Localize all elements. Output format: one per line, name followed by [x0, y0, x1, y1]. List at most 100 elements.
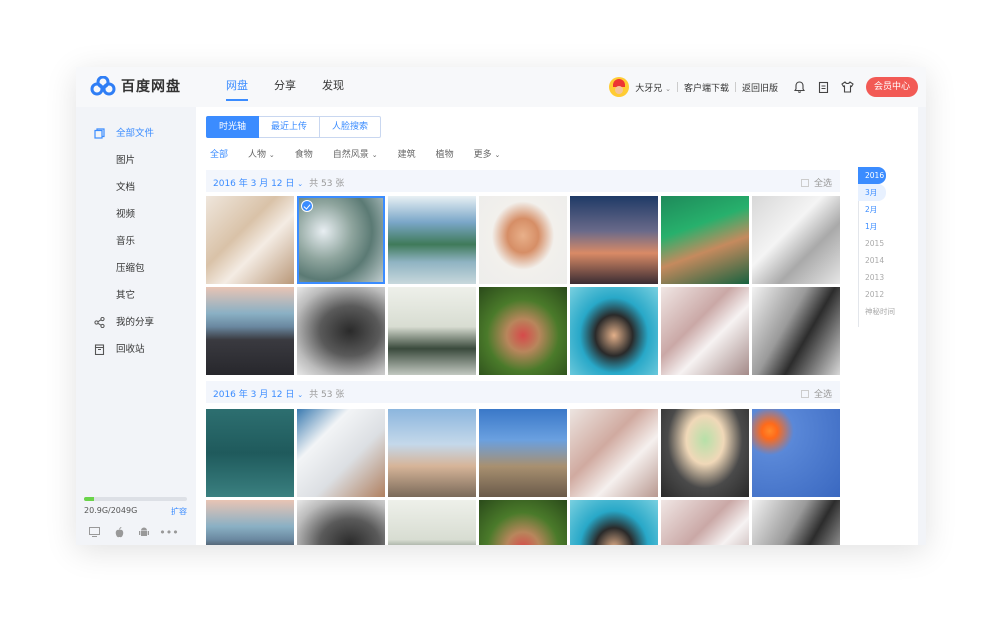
filter-food[interactable]: 食物	[295, 147, 313, 160]
sidebar-item-label: 文档	[116, 182, 136, 193]
photo-thumbnail[interactable]	[661, 500, 749, 545]
tab-face-search[interactable]: 人脸搜索	[320, 116, 382, 138]
photo-thumbnail[interactable]	[570, 500, 658, 545]
date-group-header: 2016 年 3 月 12 日 ⌄ 共 53 张 全选	[206, 170, 840, 192]
photo-thumbnail[interactable]	[388, 196, 476, 284]
photo-thumbnail[interactable]	[479, 287, 567, 375]
photo-thumbnail[interactable]	[206, 287, 294, 375]
view-tabs: 时光轴 最近上传 人脸搜索	[206, 116, 382, 138]
photo-thumbnail[interactable]	[570, 287, 658, 375]
filter-label: 更多	[473, 150, 492, 160]
filter-all[interactable]: 全部	[210, 147, 228, 160]
timeline-year-2012[interactable]: 2012	[858, 286, 916, 303]
tab-recent-uploads[interactable]: 最近上传	[259, 116, 321, 138]
filter-people[interactable]: 人物 ⌄	[248, 147, 275, 160]
timeline-year-2016[interactable]: 2016	[858, 167, 886, 184]
sidebar-item-recycle-bin[interactable]: 回收站	[76, 336, 194, 363]
timeline-year-2013[interactable]: 2013	[858, 269, 916, 286]
platform-downloads: •••	[84, 525, 187, 539]
nav-share[interactable]: 分享	[274, 67, 296, 107]
filter-landscape[interactable]: 自然风景 ⌄	[333, 147, 378, 160]
photo-thumbnail[interactable]	[206, 196, 294, 284]
photo-thumbnail[interactable]	[479, 196, 567, 284]
photo-thumbnail[interactable]	[752, 196, 840, 284]
select-all-checkbox[interactable]: 全选	[800, 387, 832, 400]
photo-thumbnail[interactable]	[479, 500, 567, 545]
client-download-link[interactable]: 客户端下载	[684, 81, 729, 94]
main-nav: 网盘 分享 发现	[226, 67, 370, 107]
logo[interactable]: 百度网盘	[90, 76, 181, 96]
photo-thumbnail[interactable]	[661, 196, 749, 284]
photo-thumbnail[interactable]	[479, 409, 567, 497]
monitor-icon[interactable]	[84, 525, 104, 539]
main-panel: 时光轴 最近上传 人脸搜索 全部 人物 ⌄ 食物 自然风景 ⌄ 建筑 植物 更多…	[196, 107, 918, 545]
app-window: 百度网盘 网盘 分享 发现 大牙兄 ⌄ 客户端下载 返回旧版 会员中心 全部文件…	[76, 67, 926, 545]
sidebar-item-images[interactable]: 图片	[76, 147, 194, 174]
photo-thumbnail[interactable]	[297, 196, 385, 284]
sidebar-item-label: 图片	[116, 155, 136, 166]
photo-thumbnail[interactable]	[661, 409, 749, 497]
more-icon[interactable]: •••	[159, 525, 179, 539]
filter-more[interactable]: 更多 ⌄	[474, 147, 501, 160]
apple-icon[interactable]	[109, 525, 129, 539]
timeline-year-2015[interactable]: 2015	[858, 235, 916, 252]
app-title: 百度网盘	[121, 79, 181, 95]
nav-netdisk[interactable]: 网盘	[226, 67, 248, 107]
bell-icon[interactable]	[790, 78, 808, 96]
timeline-mystery-time[interactable]: 神秘时间	[858, 303, 916, 320]
photo-thumbnail[interactable]	[388, 500, 476, 545]
android-icon[interactable]	[134, 525, 154, 539]
photo-thumbnail[interactable]	[752, 287, 840, 375]
timeline-month-2[interactable]: 2月	[858, 201, 916, 218]
photo-thumbnail[interactable]	[752, 500, 840, 545]
sidebar-item-all-files[interactable]: 全部文件	[76, 120, 194, 147]
photo-thumbnail[interactable]	[297, 287, 385, 375]
checkbox-icon	[800, 390, 809, 398]
top-header: 百度网盘 网盘 分享 发现 大牙兄 ⌄ 客户端下载 返回旧版 会员中心	[76, 67, 926, 107]
photo-thumbnail[interactable]	[206, 500, 294, 545]
photo-thumbnail[interactable]	[206, 409, 294, 497]
timeline-year-2014[interactable]: 2014	[858, 252, 916, 269]
sidebar-item-my-share[interactable]: 我的分享	[76, 309, 194, 336]
tab-timeline[interactable]: 时光轴	[206, 116, 260, 138]
sidebar-item-archives[interactable]: 压缩包	[76, 255, 194, 282]
photo-thumbnail[interactable]	[752, 409, 840, 497]
chevron-down-icon: ⌄	[297, 391, 304, 399]
group-date[interactable]: 2016 年 3 月 12 日 ⌄ 共 53 张	[213, 176, 344, 189]
tshirt-icon[interactable]	[838, 78, 856, 96]
sidebar-item-videos[interactable]: 视频	[76, 201, 194, 228]
vip-center-button[interactable]: 会员中心	[866, 77, 918, 97]
expand-storage-link[interactable]: 扩容	[171, 506, 187, 517]
photo-thumbnail[interactable]	[570, 409, 658, 497]
nav-discover[interactable]: 发现	[322, 67, 344, 107]
sidebar-item-label: 我的分享	[116, 317, 155, 328]
storage-bar-fill	[84, 497, 95, 501]
username[interactable]: 大牙兄 ⌄	[635, 81, 671, 94]
avatar[interactable]	[609, 77, 630, 97]
old-version-link[interactable]: 返回旧版	[742, 81, 778, 94]
timeline-month-1[interactable]: 1月	[858, 218, 916, 235]
photo-thumbnail[interactable]	[388, 409, 476, 497]
username-text: 大牙兄	[635, 83, 663, 94]
divider	[676, 82, 678, 92]
sidebar-item-documents[interactable]: 文档	[76, 174, 194, 201]
chevron-down-icon: ⌄	[268, 151, 275, 159]
clipboard-icon[interactable]	[814, 78, 832, 96]
select-all-checkbox[interactable]: 全选	[800, 176, 832, 189]
filter-architecture[interactable]: 建筑	[398, 147, 416, 160]
sidebar-item-music[interactable]: 音乐	[76, 228, 194, 255]
check-icon[interactable]	[301, 200, 313, 212]
photo-thumbnail[interactable]	[297, 409, 385, 497]
photo-thumbnail[interactable]	[297, 500, 385, 545]
photo-thumbnail[interactable]	[388, 287, 476, 375]
photo-thumbnail[interactable]	[570, 196, 658, 284]
chevron-down-icon: ⌄	[665, 84, 671, 93]
photo-thumbnail[interactable]	[661, 287, 749, 375]
sidebar: 全部文件 图片 文档 视频 音乐 压缩包 其它 我的分享 回收站 20.9G/2…	[76, 107, 194, 545]
storage-panel: 20.9G/2049G 扩容 •••	[84, 497, 187, 539]
timeline-month-3[interactable]: 3月	[858, 184, 886, 201]
filter-plants[interactable]: 植物	[436, 147, 454, 160]
sidebar-item-other[interactable]: 其它	[76, 282, 194, 309]
timeline-nav: 2016 3月 2月 1月 2015 2014 2013 2012 神秘时间	[858, 167, 916, 327]
group-date[interactable]: 2016 年 3 月 12 日 ⌄ 共 53 张	[213, 387, 344, 400]
